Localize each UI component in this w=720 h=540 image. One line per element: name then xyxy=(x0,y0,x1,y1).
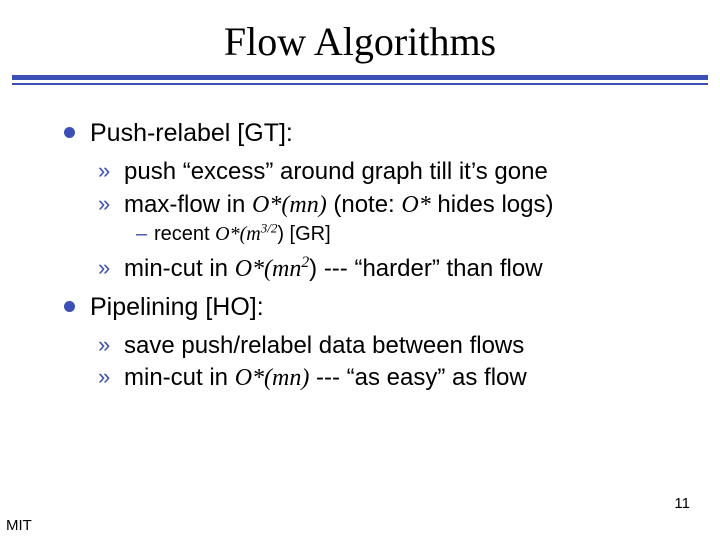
raquo-icon: » xyxy=(98,190,110,218)
bullet-level1: Push-relabel [GT]: xyxy=(64,117,680,149)
text-frag: hides logs) xyxy=(431,191,554,218)
dot-icon xyxy=(64,301,75,312)
rule-thick xyxy=(12,75,708,80)
text-frag: min-cut in xyxy=(124,364,235,391)
raquo-icon: » xyxy=(98,331,110,359)
bullet-text: recent O*(m3/2) [GR] xyxy=(154,223,331,245)
text-frag: recent xyxy=(154,223,215,245)
footer-text: MIT xyxy=(6,517,32,534)
text-frag: ) [GR] xyxy=(277,223,330,245)
raquo-icon: » xyxy=(98,157,110,185)
page-number: 11 xyxy=(674,495,690,512)
bullet-text: save push/relabel data between flows xyxy=(124,332,524,359)
bullet-text: min-cut in O*(mn2) --- “harder” than flo… xyxy=(124,255,543,282)
bullet-level3: – recent O*(m3/2) [GR] xyxy=(136,222,680,248)
math-frag: O*(m3/2 xyxy=(215,223,277,245)
math-exp: 3/2 xyxy=(261,221,278,236)
raquo-icon: » xyxy=(98,363,110,391)
bullet-text: max-flow in O*(mn) (note: O* hides logs) xyxy=(124,191,553,218)
bullet-text: push “excess” around graph till it’s gon… xyxy=(124,158,548,185)
text-frag: --- “as easy” as flow xyxy=(309,364,526,391)
dot-icon xyxy=(64,127,75,138)
bullet-level2: » save push/relabel data between flows xyxy=(98,331,680,362)
math-frag: O* xyxy=(401,192,430,218)
bullet-level2: » max-flow in O*(mn) (note: O* hides log… xyxy=(98,190,680,221)
math-frag: O*(mn2 xyxy=(235,256,309,282)
bullet-level2: » min-cut in O*(mn) --- “as easy” as flo… xyxy=(98,363,680,394)
bullet-text: Push-relabel [GT]: xyxy=(90,119,293,147)
bullet-level1: Pipelining [HO]: xyxy=(64,291,680,323)
math-base: O*(mn xyxy=(235,256,302,282)
raquo-icon: » xyxy=(98,254,110,282)
slide: Flow Algorithms Push-relabel [GT]: » pus… xyxy=(0,0,720,540)
math-frag: O*(mn) xyxy=(252,192,327,218)
text-frag: max-flow in xyxy=(124,191,252,218)
title-rule xyxy=(0,75,720,85)
slide-title: Flow Algorithms xyxy=(0,0,720,75)
math-exp: 2 xyxy=(301,254,309,271)
math-frag: O*(mn) xyxy=(235,365,310,391)
bullet-text: min-cut in O*(mn) --- “as easy” as flow xyxy=(124,364,527,391)
dash-icon: – xyxy=(136,222,147,248)
text-frag: ) --- “harder” than flow xyxy=(309,255,542,282)
bullet-text: Pipelining [HO]: xyxy=(90,293,264,321)
math-base: O*(m xyxy=(215,223,261,245)
text-frag: (note: xyxy=(327,191,402,218)
bullet-level2: » push “excess” around graph till it’s g… xyxy=(98,157,680,188)
text-frag: min-cut in xyxy=(124,255,235,282)
slide-body: Push-relabel [GT]: » push “excess” aroun… xyxy=(0,85,720,394)
bullet-level2: » min-cut in O*(mn2) --- “harder” than f… xyxy=(98,254,680,285)
